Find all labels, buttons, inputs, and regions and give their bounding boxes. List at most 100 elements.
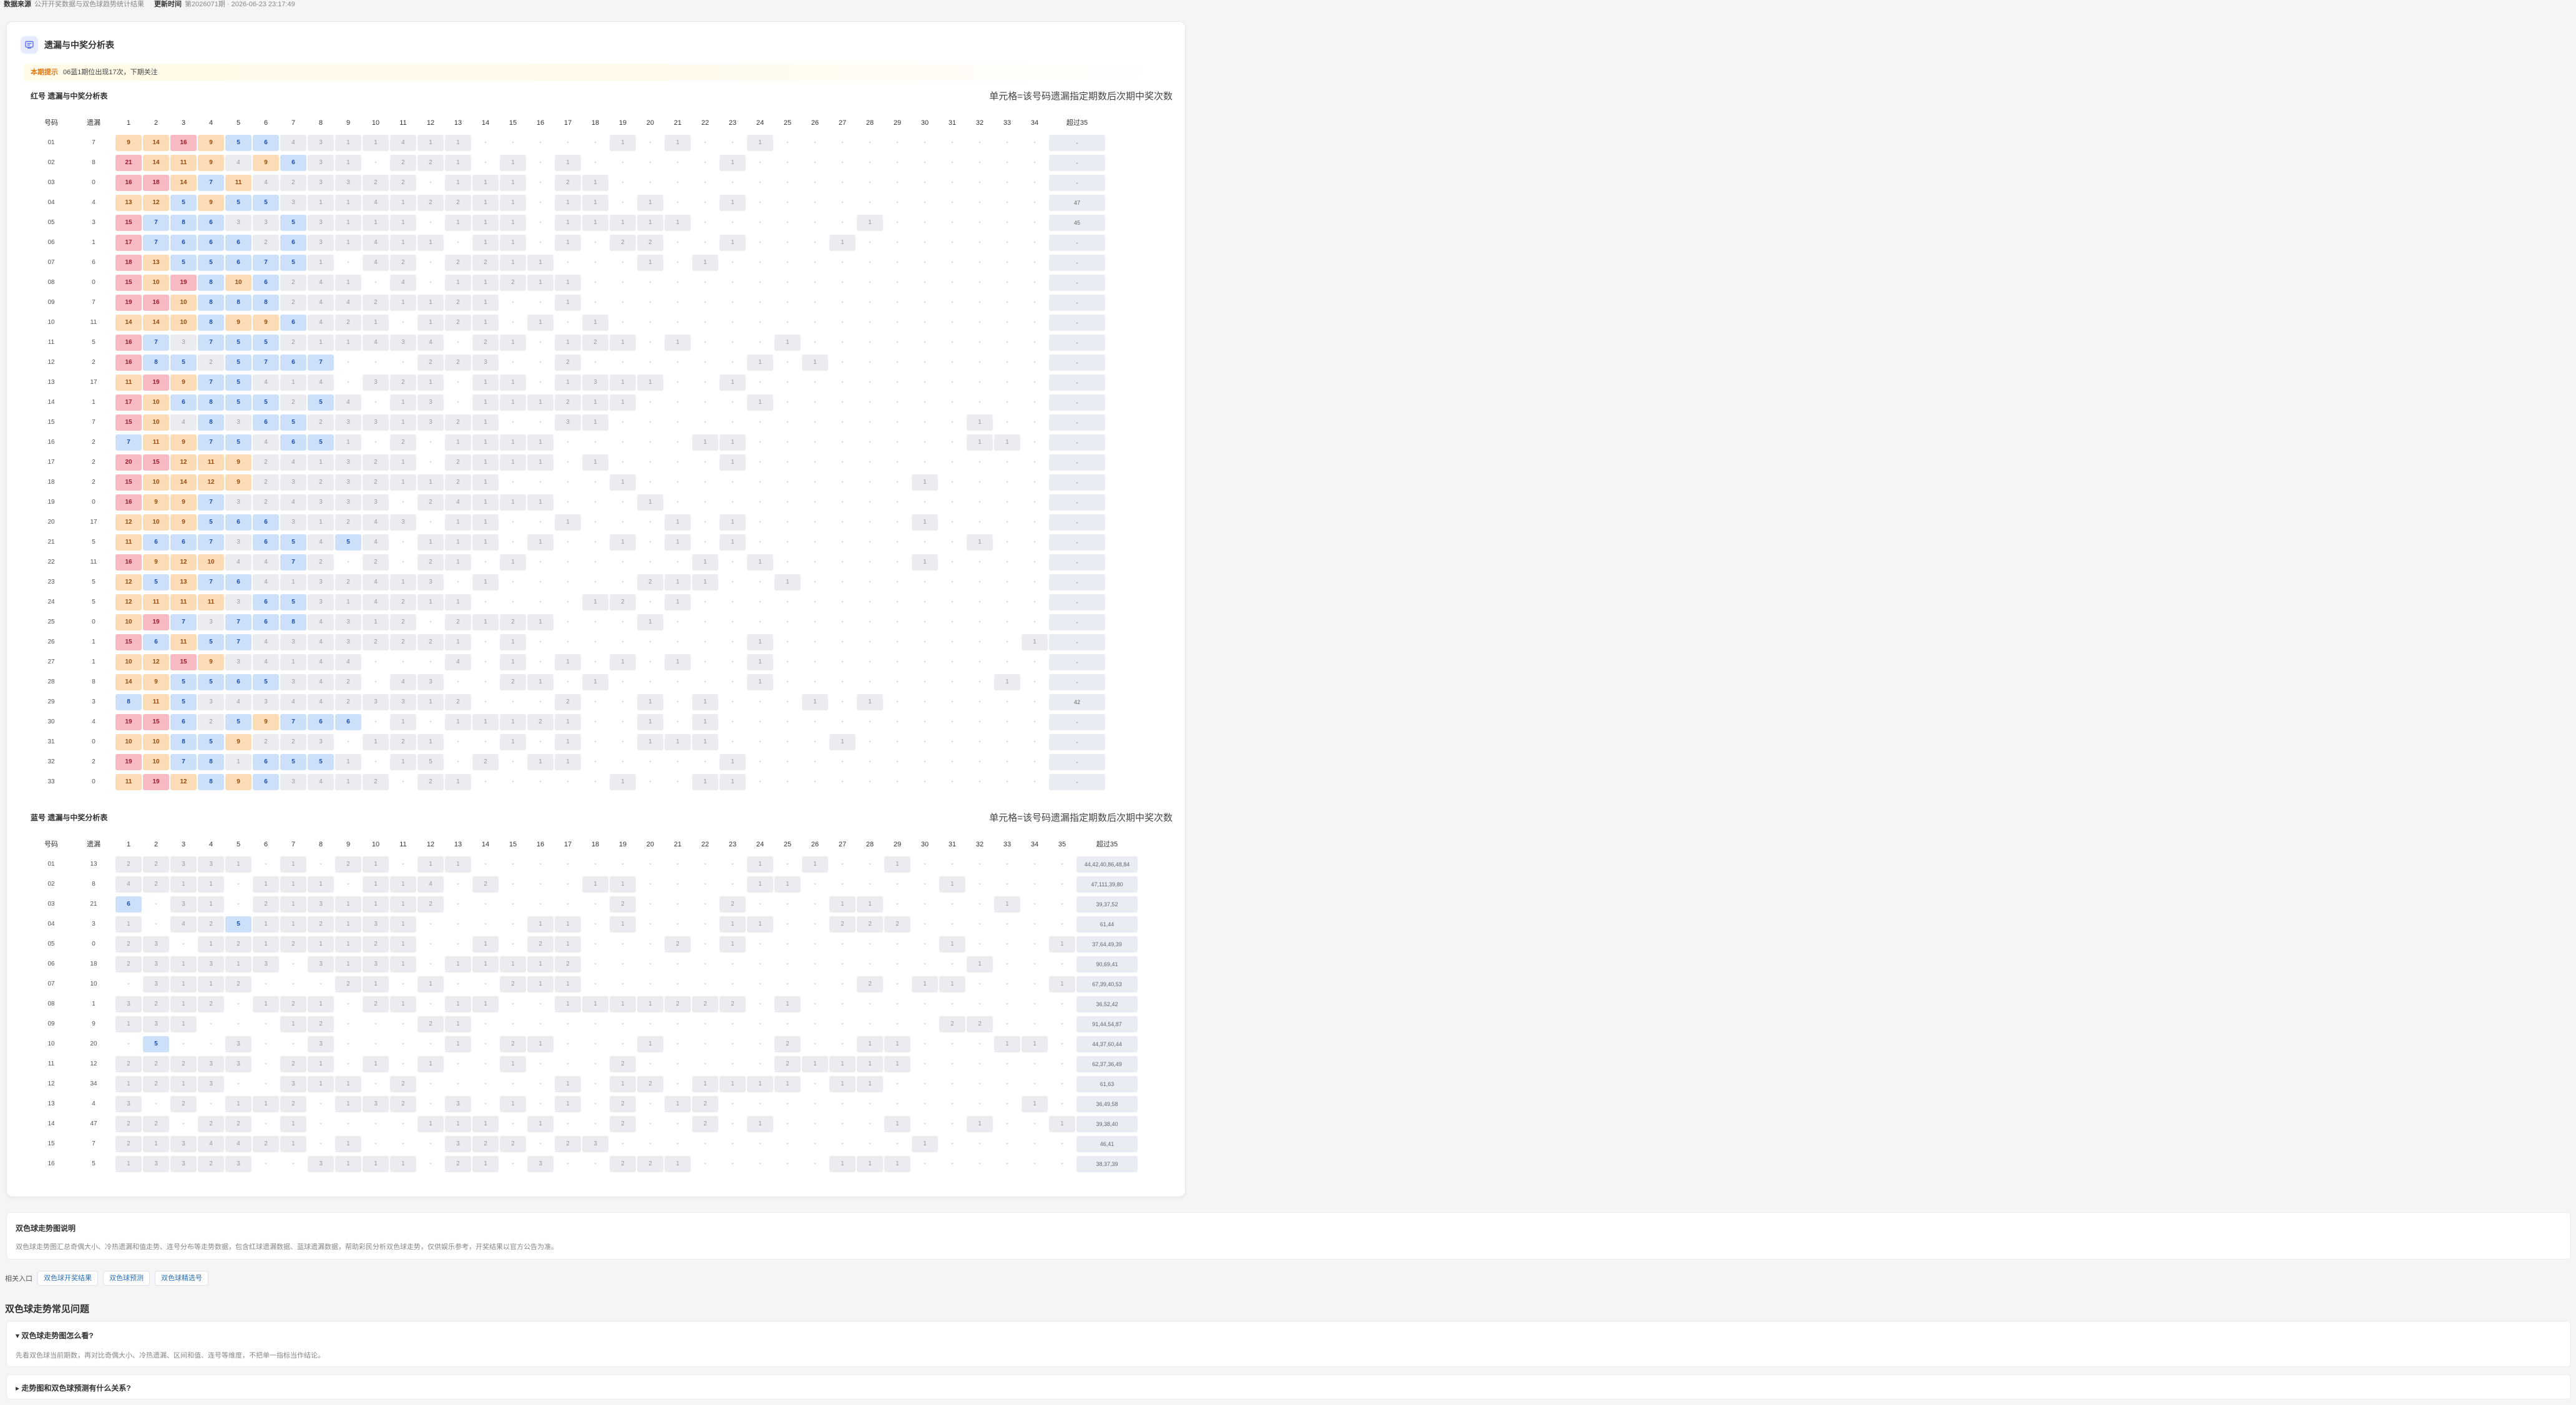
header-cell: 31 (948, 841, 957, 848)
hit-count-cell: 2 (665, 996, 691, 1012)
hit-count-cell: - (539, 139, 542, 146)
hit-count-cell: - (374, 399, 377, 406)
hit-count-cell: - (649, 758, 651, 765)
ball-number-cell: 26 (47, 639, 55, 645)
hit-count-cell: - (841, 479, 844, 486)
hit-count-cell: 3 (390, 694, 416, 710)
hit-count-cell: 2 (363, 774, 389, 790)
hit-count-cell: 1 (363, 856, 389, 873)
hit-count-cell: 3 (253, 215, 279, 231)
hit-count-cell: 2 (198, 1116, 224, 1132)
hit-count-cell: 3 (170, 335, 197, 351)
omission-cell: 5 (92, 339, 95, 346)
hit-count-cell: 1 (720, 155, 746, 171)
hit-count-cell: - (841, 1021, 844, 1027)
hit-count-cell: - (951, 299, 954, 306)
hit-count-cell: 3 (280, 195, 306, 211)
hit-count-cell: 1 (637, 195, 663, 211)
hit-count-cell: - (676, 479, 679, 486)
hit-count-cell: 2 (143, 1076, 169, 1092)
ball-number-cell: 10 (47, 319, 55, 326)
hit-count-cell: - (676, 419, 679, 426)
hit-count-cell: - (786, 439, 789, 446)
red-table-header: 红号 遗漏与中奖分析表 单元格=该号码遗漏指定期数后次期中奖次数 (26, 89, 1173, 102)
hit-count-cell: 1 (555, 375, 581, 391)
hit-count-cell: 5 (198, 255, 224, 271)
hit-count-cell: 3 (417, 394, 444, 411)
hit-count-cell: - (814, 941, 816, 947)
hit-count-cell: - (896, 961, 899, 967)
hit-count-cell: - (978, 881, 981, 888)
hit-count-cell: - (841, 698, 844, 705)
hit-count-cell: - (1049, 295, 1105, 311)
link-picks[interactable]: 双色球精选号 (155, 1271, 208, 1286)
hit-count-cell: - (594, 961, 597, 967)
hit-count-cell: - (786, 718, 789, 725)
hit-count-cell: - (786, 599, 789, 605)
link-prediction[interactable]: 双色球预测 (103, 1271, 150, 1286)
hit-count-cell: - (594, 981, 597, 987)
faq-item[interactable]: ▾ 双色球走势图怎么看? 先看双色球当前期数，再对比奇偶大小、冷热遗漏、区间和值… (6, 1321, 2571, 1367)
hit-count-cell: - (814, 139, 816, 146)
hit-count-cell: 1 (692, 554, 718, 570)
hit-count-cell: 3 (115, 996, 142, 1012)
hit-count-cell: - (1033, 981, 1036, 987)
hit-count-cell: - (978, 599, 981, 605)
ball-number-cell: 04 (47, 199, 55, 206)
hit-count-cell: 1 (747, 355, 773, 371)
hit-count-cell: 4 (115, 876, 142, 893)
hit-count-cell: 1 (417, 295, 444, 311)
hit-count-cell: - (594, 619, 597, 625)
hit-count-cell: - (539, 1080, 542, 1087)
hit-count-cell: 47 (1049, 195, 1105, 211)
hit-count-cell: 2 (417, 896, 444, 913)
hit-count-cell: - (567, 479, 569, 486)
hit-count-cell: 1 (912, 554, 938, 570)
hit-count-cell: 6 (143, 634, 169, 650)
ball-number-cell: 14 (47, 399, 55, 406)
hit-count-cell: 5 (308, 754, 334, 770)
hit-count-cell: 1 (308, 876, 334, 893)
hit-count-cell: 1 (665, 734, 691, 750)
faq-question[interactable]: ▸ 走势图和双色球预测有什么关系? (16, 1383, 131, 1393)
hit-count-cell: 1 (445, 554, 471, 570)
faq-question[interactable]: ▾ 双色球走势图怎么看? (16, 1330, 94, 1341)
hit-count-cell: - (1006, 758, 1008, 765)
omission-cell: 10 (90, 981, 97, 987)
link-results[interactable]: 双色球开奖结果 (37, 1271, 98, 1286)
hit-count-cell: - (759, 901, 761, 908)
hit-count-cell: 2 (335, 856, 361, 873)
hit-count-cell: - (896, 599, 899, 605)
hit-count-cell: - (841, 299, 844, 306)
header-cell: 21 (673, 841, 682, 848)
header-cell: 号码 (44, 119, 58, 127)
hit-count-cell: 3 (308, 1156, 334, 1172)
hit-count-cell: 3 (280, 474, 306, 491)
hit-count-cell: - (978, 1060, 981, 1067)
hit-count-cell: - (786, 901, 789, 908)
hit-count-cell: - (374, 1080, 377, 1087)
hit-count-cell: 1 (472, 996, 499, 1012)
hit-count-cell: - (622, 698, 624, 705)
hit-count-cell: 2 (417, 774, 444, 790)
blue-table-header: 蓝号 遗漏与中奖分析表 单元格=该号码遗漏指定期数后次期中奖次数 (26, 811, 1173, 823)
hit-count-cell: 13 (143, 255, 169, 271)
hit-count-cell: - (1006, 259, 1008, 266)
faq-item[interactable]: ▸ 走势图和双色球预测有什么关系? (6, 1374, 2571, 1399)
hit-count-cell: 1 (308, 1076, 334, 1092)
red-table-note: 单元格=该号码遗漏指定期数后次期中奖次数 (989, 91, 1173, 102)
hit-count-cell: - (1049, 335, 1105, 351)
hit-count-cell: - (951, 519, 954, 526)
hit-count-cell: - (951, 459, 954, 466)
header-cell: 19 (618, 841, 627, 848)
hit-count-cell: - (1061, 1060, 1063, 1067)
hit-count-cell: - (841, 559, 844, 565)
header-cell: 18 (591, 841, 600, 848)
hit-count-cell: - (869, 279, 871, 286)
hit-count-cell: 2 (417, 494, 444, 511)
hit-count-cell: - (457, 941, 459, 947)
hit-count-cell: 4 (363, 335, 389, 351)
hit-count-cell: - (1006, 1060, 1008, 1067)
hit-count-cell: - (649, 1120, 651, 1127)
hit-count-cell: 15 (115, 474, 142, 491)
